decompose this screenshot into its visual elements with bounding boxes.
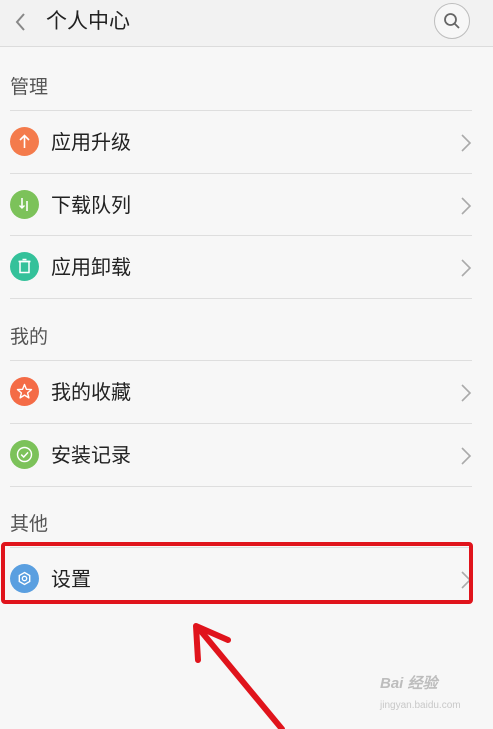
annotation-arrow [193, 623, 285, 729]
watermark-url: jingyan.baidu.com [380, 700, 461, 711]
watermark-logo: Bai 经验 [380, 675, 438, 692]
